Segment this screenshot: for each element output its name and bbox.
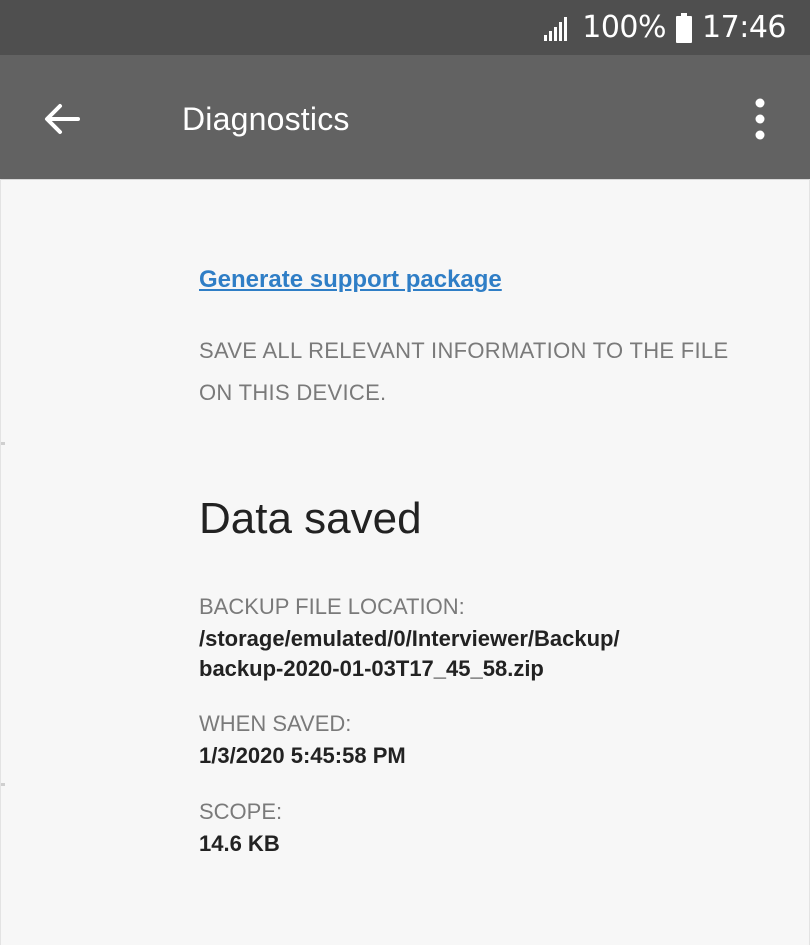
backup-location-line2: backup-2020-01-03T17_45_58.zip (199, 656, 544, 681)
scope-label: SCOPE: (199, 799, 283, 824)
when-saved-label: WHEN SAVED: (199, 711, 352, 736)
more-vert-icon[interactable] (746, 95, 774, 143)
status-indicators: 100% 17:46 (544, 0, 786, 55)
generate-support-package-link[interactable]: Generate support package (199, 266, 502, 294)
app-bar: Diagnostics (0, 55, 810, 179)
data-saved-heading: Data saved (199, 494, 422, 543)
generate-description: SAVE ALL RELEVANT INFORMATION TO THE FIL… (199, 338, 729, 405)
edge-divider-mark (1, 442, 5, 445)
status-bar: 100% 17:46 (0, 0, 810, 55)
page-title: Diagnostics (182, 101, 350, 137)
battery-percent: 100% (582, 10, 667, 45)
scope-value: 14.6 KB (199, 831, 280, 856)
battery-icon (676, 12, 693, 43)
clock: 17:46 (702, 10, 786, 45)
arrow-left-icon[interactable] (40, 97, 84, 141)
diagnostics-content: Generate support package SAVE ALL RELEVA… (0, 179, 810, 945)
backup-location-label: BACKUP FILE LOCATION: (199, 594, 465, 619)
signal-icon (544, 15, 572, 41)
backup-location-line1: /storage/emulated/0/Interviewer/Backup/ (199, 626, 620, 651)
edge-divider-mark (1, 783, 5, 786)
when-saved-value: 1/3/2020 5:45:58 PM (199, 743, 406, 768)
